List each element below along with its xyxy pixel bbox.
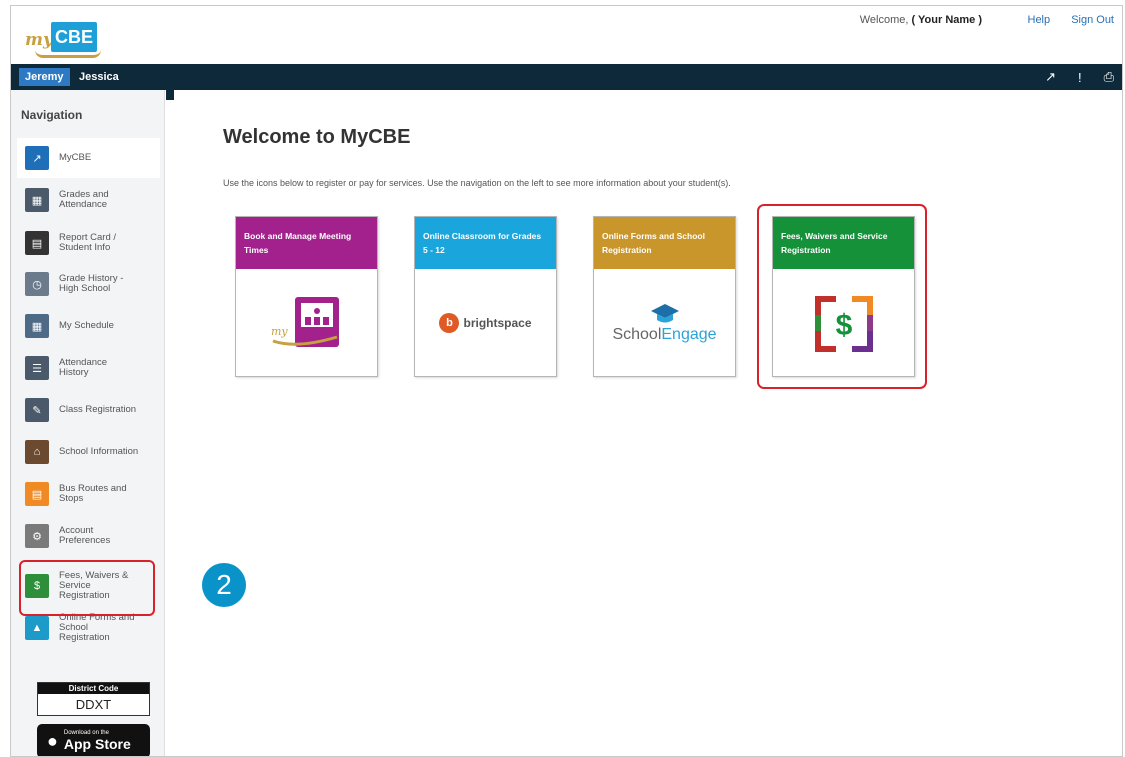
fees-nav-highlight bbox=[19, 560, 155, 616]
sidebar-item-grades-and-attendance[interactable]: ▦ Grades and Attendance bbox=[17, 180, 160, 220]
fees-tile-highlight bbox=[757, 204, 927, 389]
sidebar-item-label: Bus Routes and Stops bbox=[59, 483, 127, 504]
grade-history-icon: ◷ bbox=[25, 272, 49, 296]
schoolengage-b: Engage bbox=[661, 326, 717, 343]
sidebar-item-mycbe[interactable]: ↗ MyCBE bbox=[17, 138, 160, 178]
calendar-icon: ▦ bbox=[25, 314, 49, 338]
meeting-icon: my bbox=[271, 297, 339, 347]
mycbe-logo[interactable]: my CBE bbox=[25, 22, 109, 60]
sidebar-item-label: Attendance History bbox=[59, 357, 108, 378]
alert-icon[interactable]: ! bbox=[1078, 70, 1082, 85]
graduation-cap-icon bbox=[650, 304, 679, 323]
account-icon: ⚙ bbox=[25, 524, 49, 548]
sidebar-item-class-registration[interactable]: ✎ Class Registration bbox=[17, 390, 160, 430]
sidebar-item-label: Online Forms and School Registration bbox=[59, 612, 135, 643]
user-name: ( Your Name ) bbox=[911, 14, 983, 26]
header: my CBE Welcome, ( Your Name ) Help Sign … bbox=[11, 6, 1122, 64]
welcome-text: Welcome, ( Your Name ) bbox=[860, 14, 982, 26]
logo-swoosh bbox=[35, 50, 101, 58]
graduation-cap-icon: ▲ bbox=[25, 616, 49, 640]
tile-online-classroom[interactable]: Online Classroom for Grades 5 - 12 b bri… bbox=[414, 216, 557, 377]
welcome-prefix: Welcome, bbox=[859, 14, 909, 26]
sidebar-item-label: Account Preferences bbox=[59, 525, 111, 546]
school-icon: ⌂ bbox=[25, 440, 49, 464]
sidebar-item-label: Grades and Attendance bbox=[59, 189, 109, 210]
logo-cbe-text: CBE bbox=[51, 22, 97, 52]
tile-title: Online Forms and School Registration bbox=[602, 231, 705, 255]
schoolengage-logo: SchoolEngage bbox=[612, 326, 716, 344]
print-icon[interactable]: ⎙ bbox=[1104, 69, 1114, 85]
class-registration-icon: ✎ bbox=[25, 398, 49, 422]
brightspace-logo: b brightspace bbox=[439, 313, 532, 333]
tile-title: Online Classroom for Grades 5 - 12 bbox=[423, 231, 542, 255]
tile-body: b brightspace bbox=[415, 269, 556, 377]
external-link-icon[interactable]: ↗ bbox=[1045, 69, 1056, 85]
tile-title: Book and Manage Meeting Times bbox=[244, 231, 352, 255]
sidebar-item-report-card-student-info[interactable]: ▤ Report Card / Student Info bbox=[17, 223, 160, 263]
sidebar-item-label: Class Registration bbox=[59, 404, 137, 415]
app-store-badge[interactable]: ● Download on the App Store bbox=[37, 724, 150, 756]
app-window: my CBE Welcome, ( Your Name ) Help Sign … bbox=[10, 5, 1123, 757]
sidebar-item-label: School Information bbox=[59, 446, 139, 457]
sidebar-collapse-toggle[interactable] bbox=[166, 90, 174, 100]
help-link[interactable]: Help bbox=[1028, 14, 1051, 26]
page-title: Welcome to MyCBE bbox=[223, 126, 411, 148]
sidebar-item-label: MyCBE bbox=[59, 152, 92, 163]
bus-icon: ▤ bbox=[25, 482, 49, 506]
sidebar-item-bus-routes-and-stops[interactable]: ▤ Bus Routes and Stops bbox=[17, 474, 160, 514]
student-bar: Jeremy Jessica ↗ ! ⎙ bbox=[11, 64, 1122, 90]
tile-online-forms[interactable]: Online Forms and School Registration Sch… bbox=[593, 216, 736, 377]
sidebar-item-grade-history-high-school[interactable]: ◷ Grade History - High School bbox=[17, 264, 160, 304]
top-links: Help Sign Out bbox=[1010, 14, 1115, 26]
brightspace-icon: b bbox=[439, 313, 460, 333]
sidebar: Navigation ↗ MyCBE ▦ Grades and Attendance ▤… bbox=[11, 90, 165, 756]
district-code-value: DDXT bbox=[75, 697, 112, 712]
svg-text:my: my bbox=[271, 325, 288, 338]
tile-book-meetings[interactable]: Book and Manage Meeting Times my bbox=[235, 216, 378, 377]
step-badge: 2 bbox=[202, 563, 246, 607]
schoolengage-a: School bbox=[612, 326, 662, 343]
nav-title: Navigation bbox=[21, 108, 83, 122]
student-tab-jessica[interactable]: Jessica bbox=[73, 68, 125, 86]
sidebar-item-label: My Schedule bbox=[59, 320, 114, 331]
tile-body: my bbox=[236, 269, 377, 377]
district-code-box: District Code DDXT bbox=[37, 682, 150, 716]
district-code-title: District Code bbox=[38, 683, 149, 694]
tile-header: Book and Manage Meeting Times bbox=[236, 217, 377, 269]
sidebar-item-attendance-history[interactable]: ☰ Attendance History bbox=[17, 348, 160, 388]
brightspace-text: brightspace bbox=[463, 316, 532, 330]
toolbar-icons: ↗ ! ⎙ bbox=[1045, 64, 1114, 90]
sidebar-item-school-information[interactable]: ⌂ School Information bbox=[17, 432, 160, 472]
apple-icon: ● bbox=[47, 730, 58, 751]
grades-icon: ▦ bbox=[25, 188, 49, 212]
sidebar-item-label: Report Card / Student Info bbox=[59, 232, 117, 253]
intro-text: Use the icons below to register or pay f… bbox=[223, 178, 731, 188]
attendance-icon: ☰ bbox=[25, 356, 49, 380]
tile-header: Online Classroom for Grades 5 - 12 bbox=[415, 217, 556, 269]
sidebar-item-account-preferences[interactable]: ⚙ Account Preferences bbox=[17, 516, 160, 556]
arrow-icon: ↗ bbox=[25, 146, 49, 170]
student-tab-jeremy[interactable]: Jeremy bbox=[19, 68, 70, 86]
appstore-big-text: App Store bbox=[63, 736, 131, 752]
tile-body: SchoolEngage bbox=[594, 269, 735, 377]
sidebar-item-my-schedule[interactable]: ▦ My Schedule bbox=[17, 306, 160, 346]
sign-out-link[interactable]: Sign Out bbox=[1071, 14, 1114, 26]
tile-header: Online Forms and School Registration bbox=[594, 217, 735, 269]
sidebar-item-label: Grade History - High School bbox=[59, 273, 124, 294]
logo-my-text: my bbox=[25, 30, 53, 50]
report-card-icon: ▤ bbox=[25, 231, 49, 255]
